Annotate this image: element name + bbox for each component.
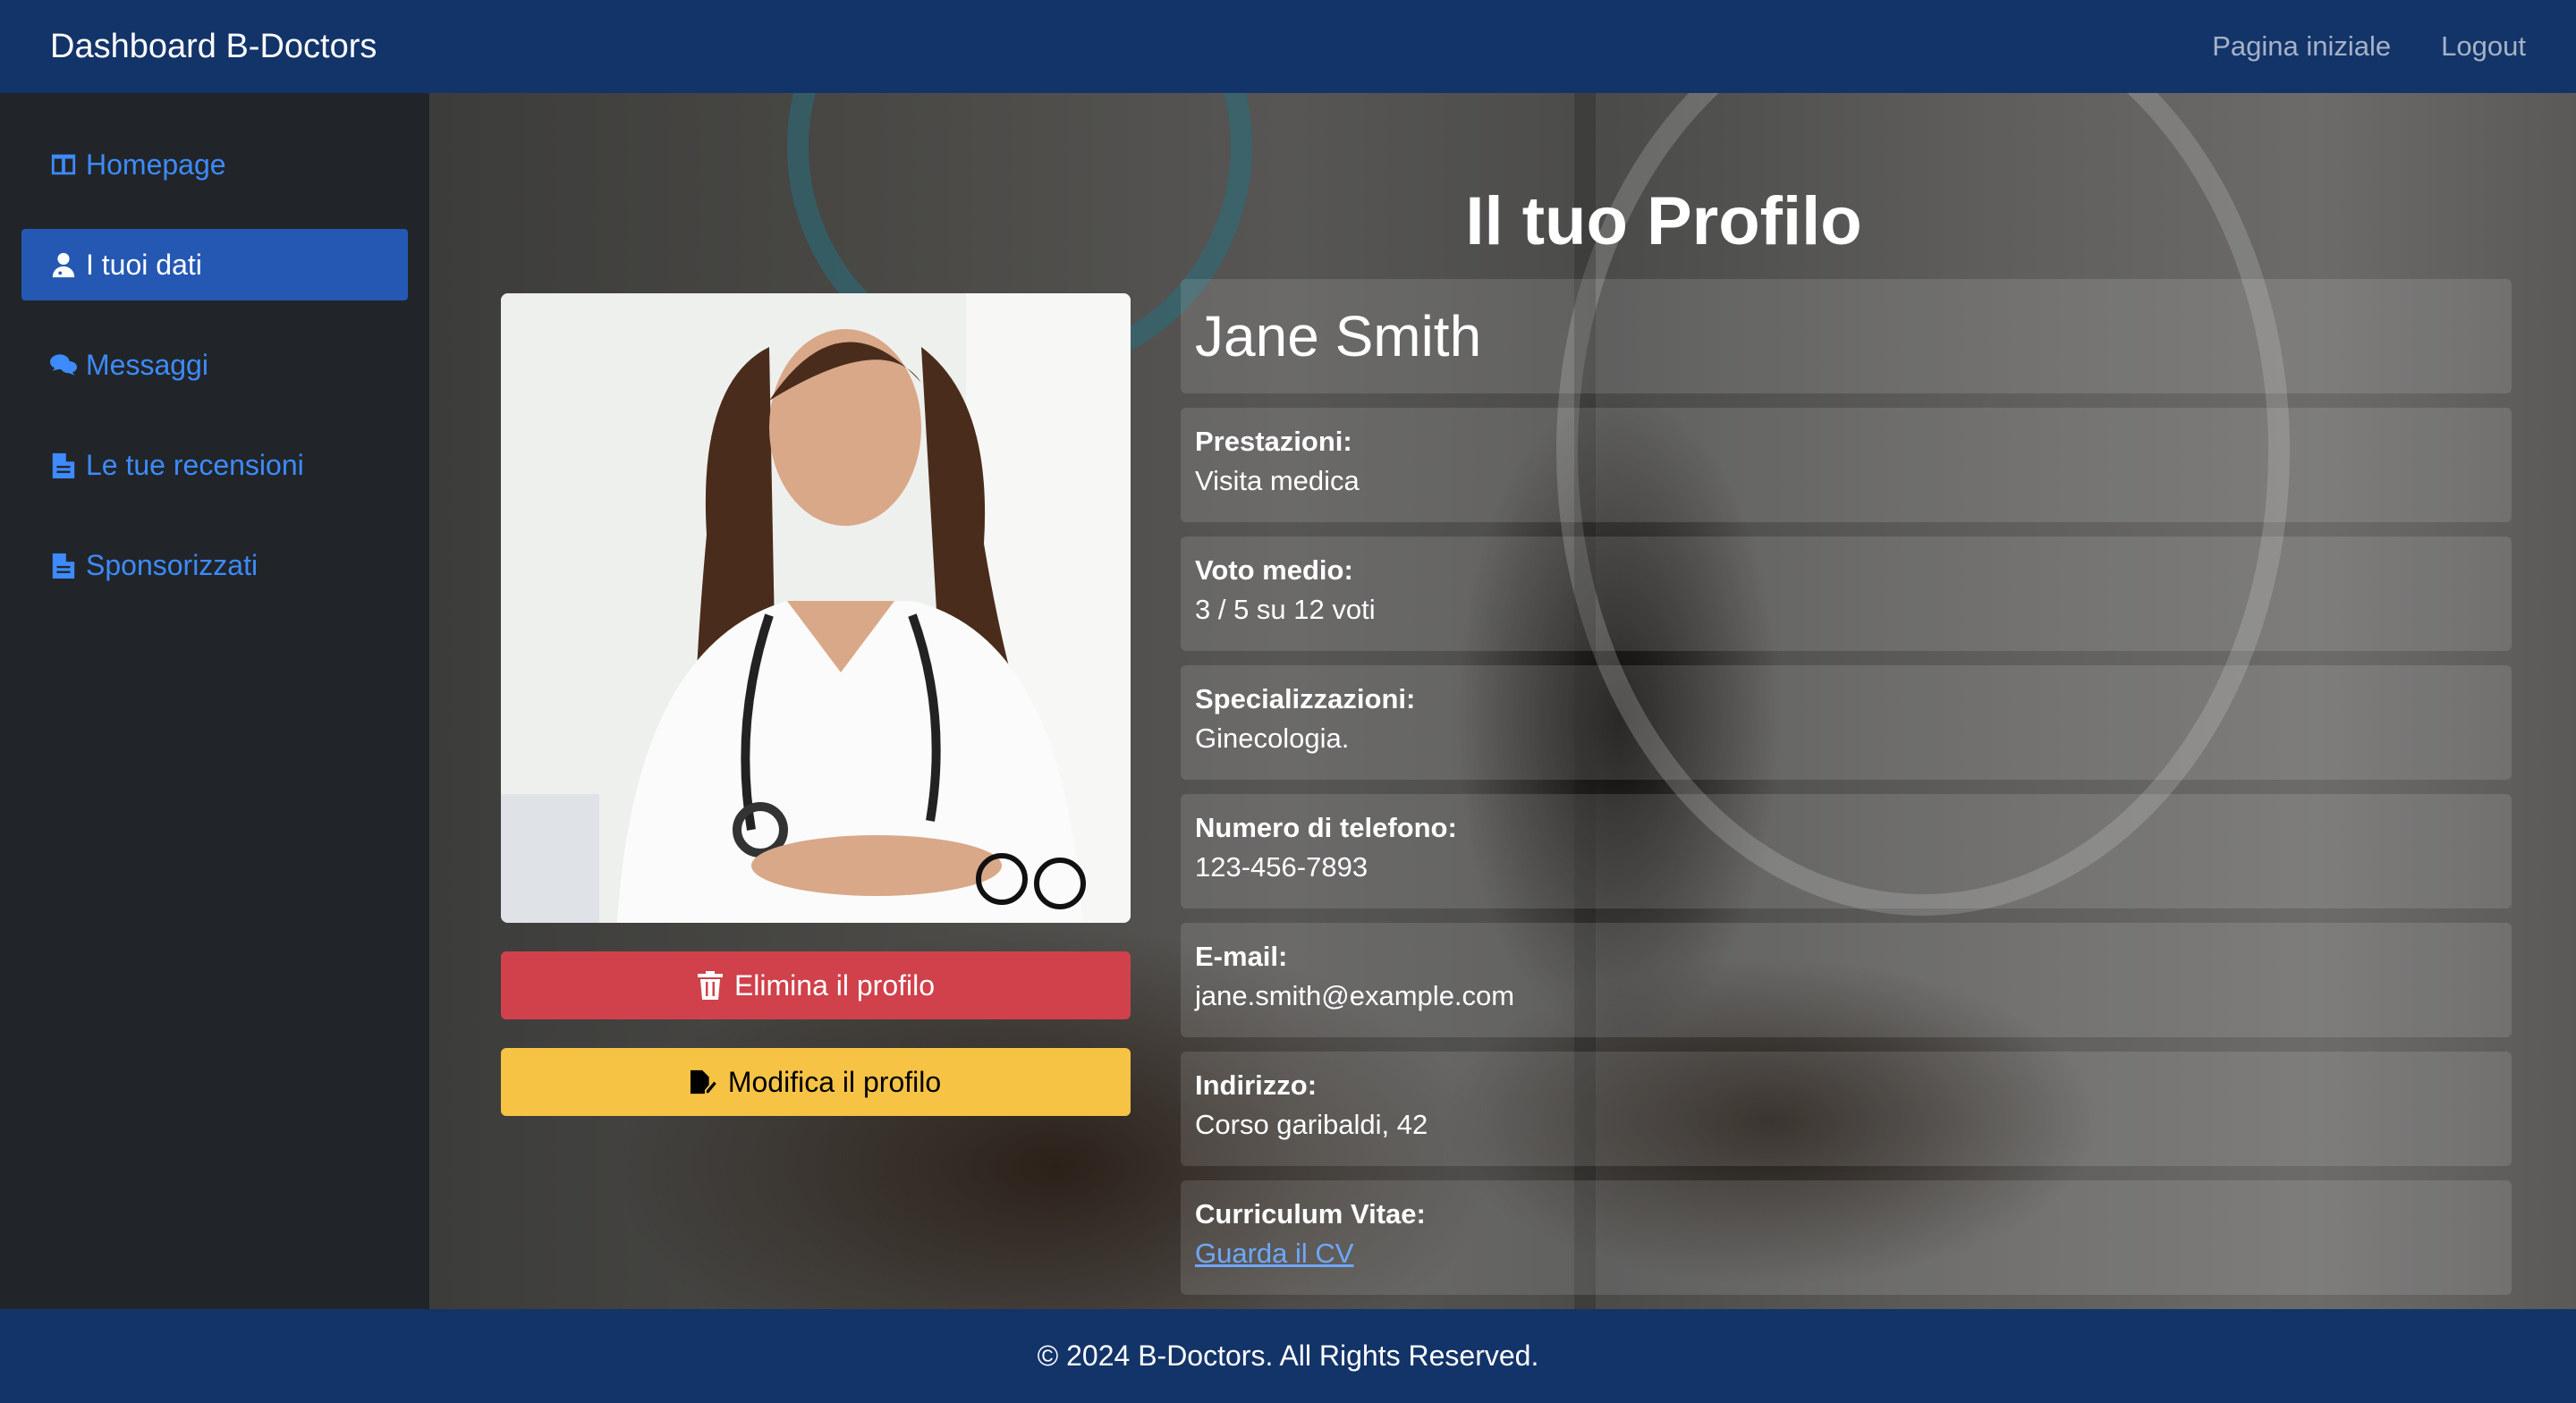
sidebar-item-recensioni[interactable]: Le tue recensioni [21,429,408,501]
field-value: Corso garibaldi, 42 [1195,1109,1428,1140]
field-label: Specializzazioni: [1195,683,1416,714]
user-doctor-icon [52,252,75,278]
delete-profile-button[interactable]: Elimina il profilo [501,951,1131,1019]
page-title: Il tuo Profilo [1465,183,1862,259]
field-label: Numero di telefono: [1195,812,1457,843]
sidebar-item-label: Le tue recensioni [86,448,304,481]
sidebar-item-label: I tuoi dati [86,248,202,281]
field-label: Curriculum Vitae: [1195,1198,1426,1230]
sidebar-item-label: Homepage [86,148,226,181]
file-icon [52,452,75,478]
field-value: Visita medica [1195,465,1360,496]
field-label: Indirizzo: [1195,1069,1318,1101]
cv-link[interactable]: Guarda il CV [1195,1238,1353,1269]
top-navbar: Dashboard B-Doctors Pagina iniziale Logo… [0,0,2576,93]
field-value: 123-456-7893 [1195,851,1368,883]
sidebar-item-messaggi[interactable]: Messaggi [21,329,408,401]
delete-profile-label: Elimina il profilo [733,968,936,1002]
field-value: Ginecologia. [1195,723,1350,754]
trash-icon [697,971,723,1000]
logout-link[interactable]: Logout [2441,30,2526,63]
footer: © 2024 B-Doctors. All Rights Reserved. [0,1309,2576,1403]
field-specializzazioni: Specializzazioni: Ginecologia. [1181,665,2512,780]
top-nav-links: Pagina iniziale Logout [2212,30,2526,63]
field-label: E-mail: [1195,941,1288,972]
sidebar-item-label: Messaggi [86,348,208,381]
sidebar-item-sponsorizzati[interactable]: Sponsorizzati [21,529,408,601]
doctor-portrait-image [501,293,1131,923]
sidebar-item-label: Sponsorizzati [86,548,258,581]
field-prestazioni: Prestazioni: Visita medica [1181,408,2512,522]
doctor-name-card: Jane Smith [1181,279,2512,393]
field-value: jane.smith@example.com [1195,980,1515,1011]
field-indirizzo: Indirizzo: Corso garibaldi, 42 [1181,1052,2512,1166]
edit-profile-label: Modifica il profilo [727,1065,942,1098]
edit-profile-button[interactable]: Modifica il profilo [501,1048,1131,1116]
sidebar-item-homepage[interactable]: Homepage [21,129,408,200]
doctor-name: Jane Smith [1195,304,1482,368]
sidebar-item-dati[interactable]: I tuoi dati [21,229,408,300]
field-telefono: Numero di telefono: 123-456-7893 [1181,794,2512,909]
field-curriculum: Curriculum Vitae: Guarda il CV [1181,1180,2512,1295]
field-label: Prestazioni: [1195,426,1352,457]
field-email: E-mail: jane.smith@example.com [1181,923,2512,1037]
sidebar: Homepage I tuoi dati Messaggi Le tue rec… [0,93,429,1309]
home-link[interactable]: Pagina iniziale [2212,30,2391,63]
field-value: 3 / 5 su 12 voti [1195,594,1376,625]
footer-copyright: © 2024 B-Doctors. All Rights Reserved. [1037,1340,1539,1372]
field-voto-medio: Voto medio: 3 / 5 su 12 voti [1181,537,2512,651]
comments-icon [50,354,77,376]
columns-icon [51,154,76,175]
profile-main: Il tuo Profilo Elimina il profilo Modifi… [429,93,2576,1309]
brand-title[interactable]: Dashboard B-Doctors [50,28,377,66]
file-icon [52,553,75,579]
profile-photo [501,293,1131,923]
file-pen-icon [690,1069,717,1095]
field-label: Voto medio: [1195,554,1353,586]
